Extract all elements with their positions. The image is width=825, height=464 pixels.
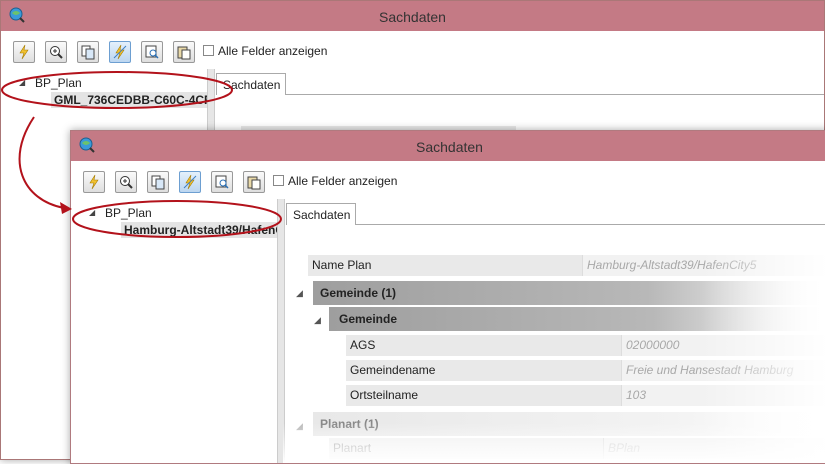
lightning-active-icon bbox=[183, 174, 197, 190]
lightning-icon bbox=[89, 174, 99, 190]
back-paste-button[interactable] bbox=[173, 41, 195, 63]
name-plan-label: Name Plan bbox=[308, 255, 582, 276]
front-tab-sachdaten[interactable]: Sachdaten bbox=[286, 203, 356, 225]
gemeinde-group-collapse-icon[interactable]: ◢ bbox=[296, 288, 303, 299]
paste-icon bbox=[247, 176, 261, 190]
back-lightning-button[interactable] bbox=[13, 41, 35, 63]
back-zoom-button[interactable] bbox=[45, 41, 67, 63]
back-show-all-fields-checkbox[interactable] bbox=[203, 45, 214, 56]
zoom-icon bbox=[120, 176, 133, 189]
gemeindename-label: Gemeindename bbox=[346, 360, 621, 381]
back-tree-expand-icon[interactable]: ◢ bbox=[19, 78, 25, 87]
lightning-icon bbox=[19, 44, 29, 60]
back-tab-sachdaten[interactable]: Sachdaten bbox=[216, 73, 286, 95]
back-tab-line bbox=[286, 94, 824, 95]
planart-label: Planart bbox=[329, 438, 603, 459]
copy-icon bbox=[151, 175, 165, 190]
ortsteilname-label: Ortsteilname bbox=[346, 385, 621, 406]
back-lightning-active-button[interactable] bbox=[109, 41, 131, 63]
front-splitter[interactable] bbox=[277, 199, 285, 463]
planart-group-header[interactable]: Planart (1) bbox=[313, 412, 825, 436]
gemeinde-subgroup-header[interactable]: Gemeinde bbox=[329, 307, 825, 331]
front-tab-line bbox=[356, 224, 825, 225]
gemeindename-value[interactable]: Freie und Hansestadt Hamburg bbox=[621, 360, 825, 381]
front-tree-panel: ◢ BP_Plan Hamburg-Altstadt39/HafenCity5 bbox=[71, 199, 278, 463]
find-icon bbox=[145, 45, 159, 59]
front-show-all-fields-label: Alle Felder anzeigen bbox=[288, 174, 398, 188]
back-copy-button[interactable] bbox=[77, 41, 99, 63]
paste-icon bbox=[177, 46, 191, 60]
front-paste-button[interactable] bbox=[243, 171, 265, 193]
back-window-title: Sachdaten bbox=[379, 9, 446, 25]
ortsteilname-value[interactable]: 103 bbox=[621, 385, 825, 406]
front-tree-selected-item[interactable]: Hamburg-Altstadt39/HafenCity5 bbox=[121, 222, 277, 238]
gemeinde-group-header[interactable]: Gemeinde (1) bbox=[313, 281, 825, 305]
front-lightning-button[interactable] bbox=[83, 171, 105, 193]
gemeinde-subgroup-collapse-icon[interactable]: ◢ bbox=[314, 315, 321, 326]
front-show-all-fields-checkbox[interactable] bbox=[273, 175, 284, 186]
front-window-title: Sachdaten bbox=[416, 139, 483, 155]
lightning-active-icon bbox=[113, 44, 127, 60]
front-titlebar[interactable]: Sachdaten bbox=[71, 131, 825, 161]
name-plan-value[interactable]: Hamburg-Altstadt39/HafenCity5 bbox=[582, 255, 825, 276]
back-find-button[interactable] bbox=[141, 41, 163, 63]
front-copy-button[interactable] bbox=[147, 171, 169, 193]
front-window: Sachdaten Alle Felder anzeigen ◢ BP_Plan… bbox=[70, 130, 825, 464]
back-tree-root[interactable]: BP_Plan bbox=[35, 76, 82, 90]
back-tree-selected-item[interactable]: GML_736CEDBB-C60C-4CF9 bbox=[51, 92, 207, 108]
copy-icon bbox=[81, 45, 95, 60]
ags-label: AGS bbox=[346, 335, 621, 356]
front-lightning-active-button[interactable] bbox=[179, 171, 201, 193]
front-tree-expand-icon[interactable]: ◢ bbox=[89, 208, 95, 217]
planart-value[interactable]: BPlan bbox=[603, 438, 825, 459]
find-icon bbox=[215, 175, 229, 189]
back-toolbar: Alle Felder anzeigen bbox=[1, 35, 824, 69]
front-toolbar: Alle Felder anzeigen bbox=[71, 165, 825, 199]
front-tree-root[interactable]: BP_Plan bbox=[105, 206, 152, 220]
front-zoom-button[interactable] bbox=[115, 171, 137, 193]
zoom-icon bbox=[50, 46, 63, 59]
front-find-button[interactable] bbox=[211, 171, 233, 193]
planart-group-collapse-icon[interactable]: ◢ bbox=[296, 421, 303, 432]
back-titlebar[interactable]: Sachdaten bbox=[1, 1, 824, 31]
ags-value[interactable]: 02000000 bbox=[621, 335, 825, 356]
back-show-all-fields-label: Alle Felder anzeigen bbox=[218, 44, 328, 58]
